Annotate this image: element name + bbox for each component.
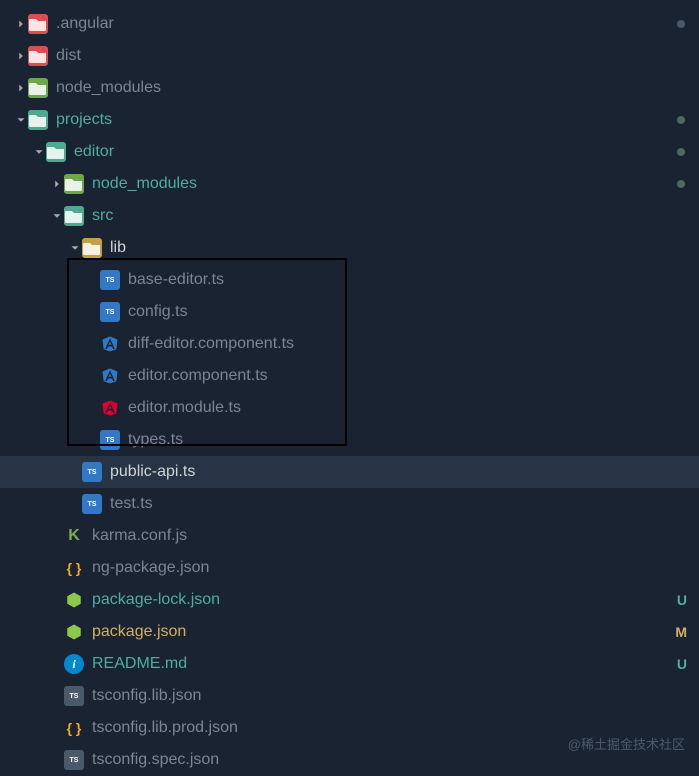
folder-editor[interactable]: editor — [0, 136, 699, 168]
status-dot-icon — [677, 180, 685, 188]
folder-icon — [28, 78, 48, 98]
status-dot-icon — [677, 20, 685, 28]
file-editor-module[interactable]: editor.module.ts — [0, 392, 699, 424]
file-label: types.ts — [128, 431, 183, 449]
file-label: diff-editor.component.ts — [128, 335, 294, 353]
file-package[interactable]: package.json M — [0, 616, 699, 648]
watermark-text: @稀土掘金技术社区 — [568, 734, 685, 753]
file-label: package.json — [92, 623, 186, 641]
chevron-down-icon — [32, 145, 46, 159]
file-tsconfig-lib[interactable]: TS tsconfig.lib.json — [0, 680, 699, 712]
typescript-icon: TS — [82, 462, 102, 482]
file-label: public-api.ts — [110, 463, 195, 481]
status-dot-icon — [677, 116, 685, 124]
chevron-right-icon — [14, 81, 28, 95]
file-ng-package[interactable]: { } ng-package.json — [0, 552, 699, 584]
karma-icon: K — [64, 526, 84, 546]
status-dot-icon — [677, 148, 685, 156]
file-readme[interactable]: i README.md U — [0, 648, 699, 680]
folder-icon — [64, 174, 84, 194]
typescript-icon: TS — [100, 430, 120, 450]
folder-label: editor — [74, 143, 114, 161]
folder-icon — [28, 14, 48, 34]
file-base-editor[interactable]: TS base-editor.ts — [0, 264, 699, 296]
tsconfig-icon: TS — [64, 750, 84, 770]
typescript-icon: TS — [100, 270, 120, 290]
folder-label: node_modules — [92, 175, 197, 193]
folder-dist[interactable]: dist — [0, 40, 699, 72]
file-label: base-editor.ts — [128, 271, 224, 289]
info-icon: i — [64, 654, 84, 674]
file-label: ng-package.json — [92, 559, 209, 577]
file-label: tsconfig.lib.prod.json — [92, 719, 238, 737]
folder-node-modules-root[interactable]: node_modules — [0, 72, 699, 104]
file-label: editor.module.ts — [128, 399, 241, 417]
file-package-lock[interactable]: package-lock.json U — [0, 584, 699, 616]
chevron-right-icon — [14, 17, 28, 31]
tsconfig-icon: TS — [64, 686, 84, 706]
folder-editor-node-modules[interactable]: node_modules — [0, 168, 699, 200]
folder-open-icon — [82, 238, 102, 258]
angular-icon — [100, 334, 120, 354]
angular-icon — [100, 366, 120, 386]
file-types[interactable]: TS types.ts — [0, 424, 699, 456]
file-explorer-tree: .angular dist node_modules projects edit… — [0, 0, 699, 776]
git-status-modified: M — [675, 624, 687, 640]
folder-open-icon — [28, 110, 48, 130]
folder-label: projects — [56, 111, 112, 129]
chevron-right-icon — [14, 49, 28, 63]
folder-angular[interactable]: .angular — [0, 8, 699, 40]
folder-open-icon — [46, 142, 66, 162]
angular-module-icon — [100, 398, 120, 418]
file-karma[interactable]: K karma.conf.js — [0, 520, 699, 552]
chevron-down-icon — [50, 209, 64, 223]
file-label: tsconfig.lib.json — [92, 687, 201, 705]
folder-label: dist — [56, 47, 81, 65]
folder-icon — [28, 46, 48, 66]
file-label: README.md — [92, 655, 187, 673]
chevron-down-icon — [68, 241, 82, 255]
git-status-untracked: U — [677, 656, 687, 672]
folder-lib[interactable]: lib — [0, 232, 699, 264]
file-label: test.ts — [110, 495, 153, 513]
git-status-untracked: U — [677, 592, 687, 608]
json-icon: { } — [64, 718, 84, 738]
file-label: karma.conf.js — [92, 527, 187, 545]
file-config[interactable]: TS config.ts — [0, 296, 699, 328]
chevron-down-icon — [14, 113, 28, 127]
file-diff-component[interactable]: diff-editor.component.ts — [0, 328, 699, 360]
file-label: config.ts — [128, 303, 188, 321]
chevron-right-icon — [50, 177, 64, 191]
nodejs-icon — [64, 622, 84, 642]
file-label: tsconfig.spec.json — [92, 751, 219, 769]
folder-src[interactable]: src — [0, 200, 699, 232]
json-icon: { } — [64, 558, 84, 578]
typescript-icon: TS — [100, 302, 120, 322]
folder-label: src — [92, 207, 113, 225]
folder-open-icon — [64, 206, 84, 226]
file-editor-component[interactable]: editor.component.ts — [0, 360, 699, 392]
file-label: editor.component.ts — [128, 367, 268, 385]
typescript-icon: TS — [82, 494, 102, 514]
nodejs-icon — [64, 590, 84, 610]
file-label: package-lock.json — [92, 591, 220, 609]
folder-projects[interactable]: projects — [0, 104, 699, 136]
file-test[interactable]: TS test.ts — [0, 488, 699, 520]
file-public-api[interactable]: TS public-api.ts — [0, 456, 699, 488]
folder-label: lib — [110, 239, 126, 257]
folder-label: .angular — [56, 15, 114, 33]
folder-label: node_modules — [56, 79, 161, 97]
